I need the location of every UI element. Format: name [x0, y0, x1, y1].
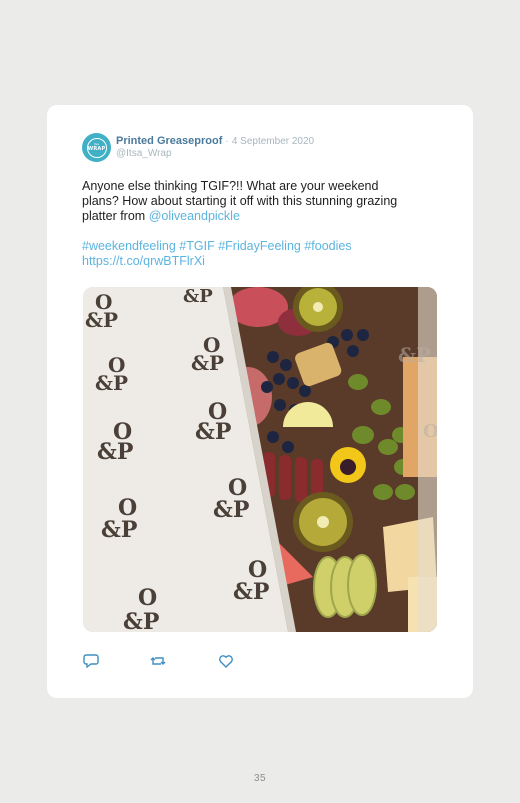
avatar-logo-text: WRAP — [87, 146, 106, 152]
display-name[interactable]: Printed Greaseproof — [116, 135, 222, 147]
svg-text:&P: &P — [233, 579, 269, 605]
svg-text:&P: &P — [398, 343, 431, 367]
short-link[interactable]: https://t.co/qrwBTFlrXi — [82, 254, 205, 269]
svg-text:&P: &P — [85, 308, 118, 332]
grazing-platter-image: O&P &P O&P O&P O&P O&P O&P O&P O&P O&P &… — [83, 287, 437, 632]
tweet-date[interactable]: 4 September 2020 — [232, 136, 314, 147]
name-line: Printed Greaseproof · 4 September 2020 — [116, 135, 314, 147]
user-handle[interactable]: @Itsa_Wrap — [116, 148, 172, 159]
tweet-actions — [83, 653, 283, 671]
heart-icon[interactable] — [218, 653, 234, 669]
svg-text:&P: &P — [191, 351, 224, 375]
separator: · — [225, 136, 229, 147]
tweet-text-line-1: Anyone else thinking TGIF?!! What are yo… — [82, 179, 379, 193]
mention-link[interactable]: @oliveandpickle — [149, 209, 240, 223]
hashtags[interactable]: #weekendfeeling #TGIF #FridayFeeling #fo… — [82, 239, 352, 254]
tweet-text-line-2: plans? How about starting it off with th… — [82, 194, 398, 208]
svg-text:O: O — [423, 421, 437, 442]
tweet-text: Anyone else thinking TGIF?!! What are yo… — [82, 179, 427, 224]
svg-text:&P: &P — [97, 439, 133, 465]
tweet-photo[interactable]: O &P &P O &P O &P O &P O &P O &P O &P O &P O &P &… — [83, 287, 437, 632]
svg-text:&P: &P — [213, 497, 249, 523]
svg-text:&P: &P — [95, 371, 128, 395]
reply-icon[interactable] — [83, 653, 99, 669]
tweet-header: itsa WRAP Printed Greaseproof · 4 Septem… — [82, 132, 442, 164]
svg-text:&P: &P — [101, 517, 137, 543]
avatar-logo: itsa WRAP — [86, 137, 107, 158]
page-number: 35 — [253, 773, 267, 784]
svg-text:&P: &P — [195, 419, 231, 445]
tweet-text-line-3: platter from — [82, 209, 146, 223]
svg-text:O: O — [138, 585, 157, 611]
tweet-card: itsa WRAP Printed Greaseproof · 4 Septem… — [47, 105, 473, 698]
retweet-icon[interactable] — [150, 653, 166, 669]
svg-text:&P: &P — [183, 287, 213, 307]
avatar[interactable]: itsa WRAP — [82, 133, 111, 162]
svg-text:&P: &P — [123, 609, 159, 632]
